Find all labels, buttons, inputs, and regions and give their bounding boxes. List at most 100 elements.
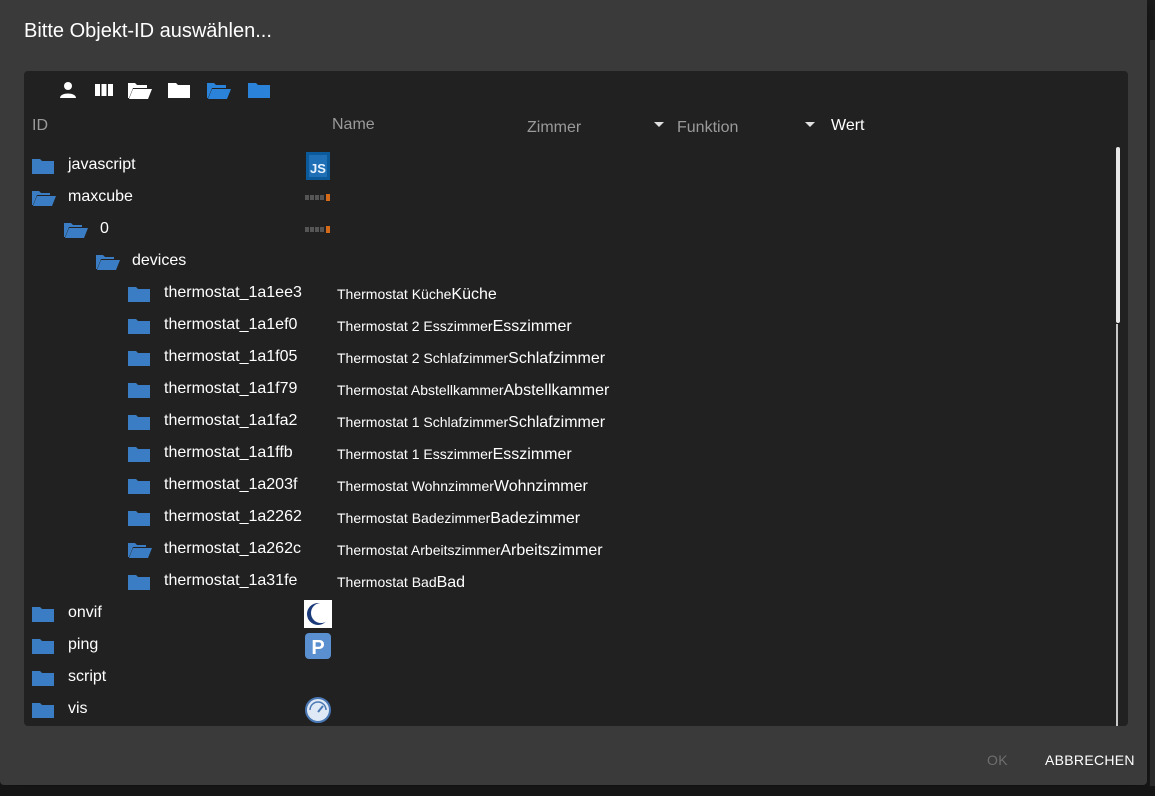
object-name: Thermostat Küche bbox=[337, 286, 452, 302]
tree-row[interactable]: thermostat_1a203f Thermostat WohnzimmerWo… bbox=[24, 470, 1114, 502]
object-name: Thermostat Bad bbox=[337, 574, 437, 590]
object-name: Thermostat 2 Schlafzimmer bbox=[337, 350, 509, 366]
tree-row[interactable]: thermostat_1a31fe Thermostat BadBad bbox=[24, 566, 1114, 598]
tree-row[interactable]: thermostat_1a1f05 Thermostat 2 Schlafzimm… bbox=[24, 342, 1114, 374]
object-room: Schlafzimmer bbox=[508, 350, 606, 367]
object-room: Arbeitszimmer bbox=[500, 542, 603, 559]
tree-row[interactable]: thermostat_1a1f79 Thermostat Abstellkamme… bbox=[24, 374, 1114, 406]
vis-icon bbox=[304, 696, 332, 726]
object-name: Thermostat Wohnzimmer bbox=[337, 478, 494, 494]
tree-row[interactable]: maxcube bbox=[24, 182, 1114, 214]
tree-row[interactable]: thermostat_1a262c Thermostat Arbeitszimme… bbox=[24, 534, 1114, 566]
function-filter-select[interactable]: Funktion bbox=[677, 119, 738, 137]
object-room: Abstellkammer bbox=[503, 382, 610, 399]
tree-row[interactable]: thermostat_1a2262 Thermostat BadezimmerBa… bbox=[24, 502, 1114, 534]
tree-row[interactable]: 0 bbox=[24, 214, 1114, 246]
object-room: Esszimmer bbox=[492, 446, 572, 463]
tree-row-id: 0 bbox=[100, 220, 109, 237]
column-header-row: ID Name Zimmer Funktion Wert bbox=[24, 111, 1128, 145]
folder-open-icon[interactable] bbox=[127, 79, 153, 101]
folder-open-icon[interactable] bbox=[64, 222, 88, 238]
tree-row-id: thermostat_1a1ffb bbox=[164, 444, 293, 461]
tree-row-id: onvif bbox=[68, 604, 102, 621]
object-name: Thermostat 1 Schlafzimmer bbox=[337, 414, 509, 430]
folder-icon[interactable] bbox=[128, 478, 150, 494]
tree-row-name: Thermostat ArbeitszimmerArbeitszimmer bbox=[337, 542, 603, 560]
object-room: Esszimmer bbox=[492, 318, 572, 335]
maxcube-icon bbox=[304, 216, 332, 249]
folder-open-icon[interactable] bbox=[128, 542, 152, 558]
tree-row[interactable]: onvif bbox=[24, 598, 1114, 630]
tree-row-name: Thermostat AbstellkammerAbstellkammer bbox=[337, 382, 609, 400]
cancel-button[interactable]: ABBRECHEN bbox=[1045, 752, 1135, 768]
tree-row-id: thermostat_1a1ef0 bbox=[164, 316, 298, 333]
tree-row[interactable]: devices bbox=[24, 246, 1114, 278]
tree-row-id: thermostat_1a2262 bbox=[164, 508, 302, 525]
tree-row[interactable]: thermostat_1a1ef0 Thermostat 2 EsszimmerE… bbox=[24, 310, 1114, 342]
tree-row-id: thermostat_1a1f05 bbox=[164, 348, 298, 365]
ping-icon-label: P bbox=[311, 637, 324, 659]
folder-open-icon[interactable] bbox=[32, 190, 56, 206]
column-value-header[interactable]: Wert bbox=[831, 117, 864, 135]
folder-icon[interactable] bbox=[128, 446, 150, 462]
object-name: Thermostat Badezimmer bbox=[337, 510, 491, 526]
ok-button[interactable]: OK bbox=[987, 752, 1008, 768]
toolbar bbox=[24, 71, 1128, 109]
tree-row-id: javascript bbox=[68, 156, 136, 173]
js-icon: JS bbox=[304, 152, 332, 185]
object-room: Wohnzimmer bbox=[493, 478, 588, 495]
function-dropdown-arrow-icon[interactable] bbox=[805, 122, 815, 127]
tree-row[interactable]: thermostat_1a1ee3 Thermostat KücheKüche bbox=[24, 278, 1114, 310]
tree-row-id: thermostat_1a1f79 bbox=[164, 380, 298, 397]
folder-icon[interactable] bbox=[128, 574, 150, 590]
ping-icon: P bbox=[304, 632, 332, 665]
folder-icon[interactable] bbox=[128, 286, 150, 302]
folder-open-blue-icon[interactable] bbox=[206, 79, 232, 101]
folder-icon[interactable] bbox=[128, 414, 150, 430]
column-id-header[interactable]: ID bbox=[32, 117, 48, 135]
tree-row-id: ping bbox=[68, 636, 99, 653]
vertical-scrollbar[interactable] bbox=[1114, 146, 1124, 726]
tree-row[interactable]: javascript JS bbox=[24, 150, 1114, 182]
scrollbar-track-line bbox=[1116, 324, 1118, 726]
tree-row-id: devices bbox=[132, 252, 187, 269]
scrollbar-thumb[interactable] bbox=[1116, 147, 1120, 323]
tree-row[interactable]: thermostat_1a1ffb Thermostat 1 EsszimmerE… bbox=[24, 438, 1114, 470]
object-name: Thermostat 2 Esszimmer bbox=[337, 318, 493, 334]
tree-row[interactable]: vis bbox=[24, 694, 1114, 726]
window-edge bbox=[1150, 40, 1155, 796]
folder-icon[interactable] bbox=[32, 638, 54, 654]
tree-row-name: Thermostat WohnzimmerWohnzimmer bbox=[337, 478, 588, 496]
folder-icon[interactable] bbox=[128, 350, 150, 366]
object-room: Schlafzimmer bbox=[508, 414, 606, 431]
folder-icon[interactable] bbox=[32, 158, 54, 174]
object-name: Thermostat 1 Esszimmer bbox=[337, 446, 493, 462]
folder-icon[interactable] bbox=[166, 79, 192, 101]
tree-row[interactable]: thermostat_1a1fa2 Thermostat 1 Schlafzimm… bbox=[24, 406, 1114, 438]
tree-row-id: vis bbox=[68, 700, 88, 717]
folder-icon[interactable] bbox=[128, 510, 150, 526]
tree-row-name: Thermostat 2 SchlafzimmerSchlafzimmer bbox=[337, 350, 605, 368]
folder-icon[interactable] bbox=[32, 670, 54, 686]
folder-icon[interactable] bbox=[128, 318, 150, 334]
columns-icon[interactable] bbox=[91, 79, 117, 101]
tree-row[interactable]: ping P bbox=[24, 630, 1114, 662]
tree-row-id: thermostat_1a203f bbox=[164, 476, 298, 493]
taskbar-strip bbox=[0, 786, 1155, 796]
tree-row-name: Thermostat 1 EsszimmerEsszimmer bbox=[337, 446, 572, 464]
js-icon-label: JS bbox=[310, 161, 326, 176]
folder-icon[interactable] bbox=[128, 382, 150, 398]
folder-icon[interactable] bbox=[32, 606, 54, 622]
tree-row[interactable]: script bbox=[24, 662, 1114, 694]
tree-row-name: Thermostat 2 EsszimmerEsszimmer bbox=[337, 318, 572, 336]
column-name-header[interactable]: Name bbox=[332, 116, 375, 134]
person-icon[interactable] bbox=[55, 79, 81, 101]
folder-blue-icon[interactable] bbox=[246, 79, 272, 101]
tree-row-id: thermostat_1a262c bbox=[164, 540, 301, 557]
maxcube-icon bbox=[304, 184, 332, 217]
tree-row-id: script bbox=[68, 668, 107, 685]
room-filter-select[interactable]: Zimmer bbox=[527, 119, 581, 137]
room-dropdown-arrow-icon[interactable] bbox=[654, 122, 664, 127]
folder-open-icon[interactable] bbox=[96, 254, 120, 270]
folder-icon[interactable] bbox=[32, 702, 54, 718]
